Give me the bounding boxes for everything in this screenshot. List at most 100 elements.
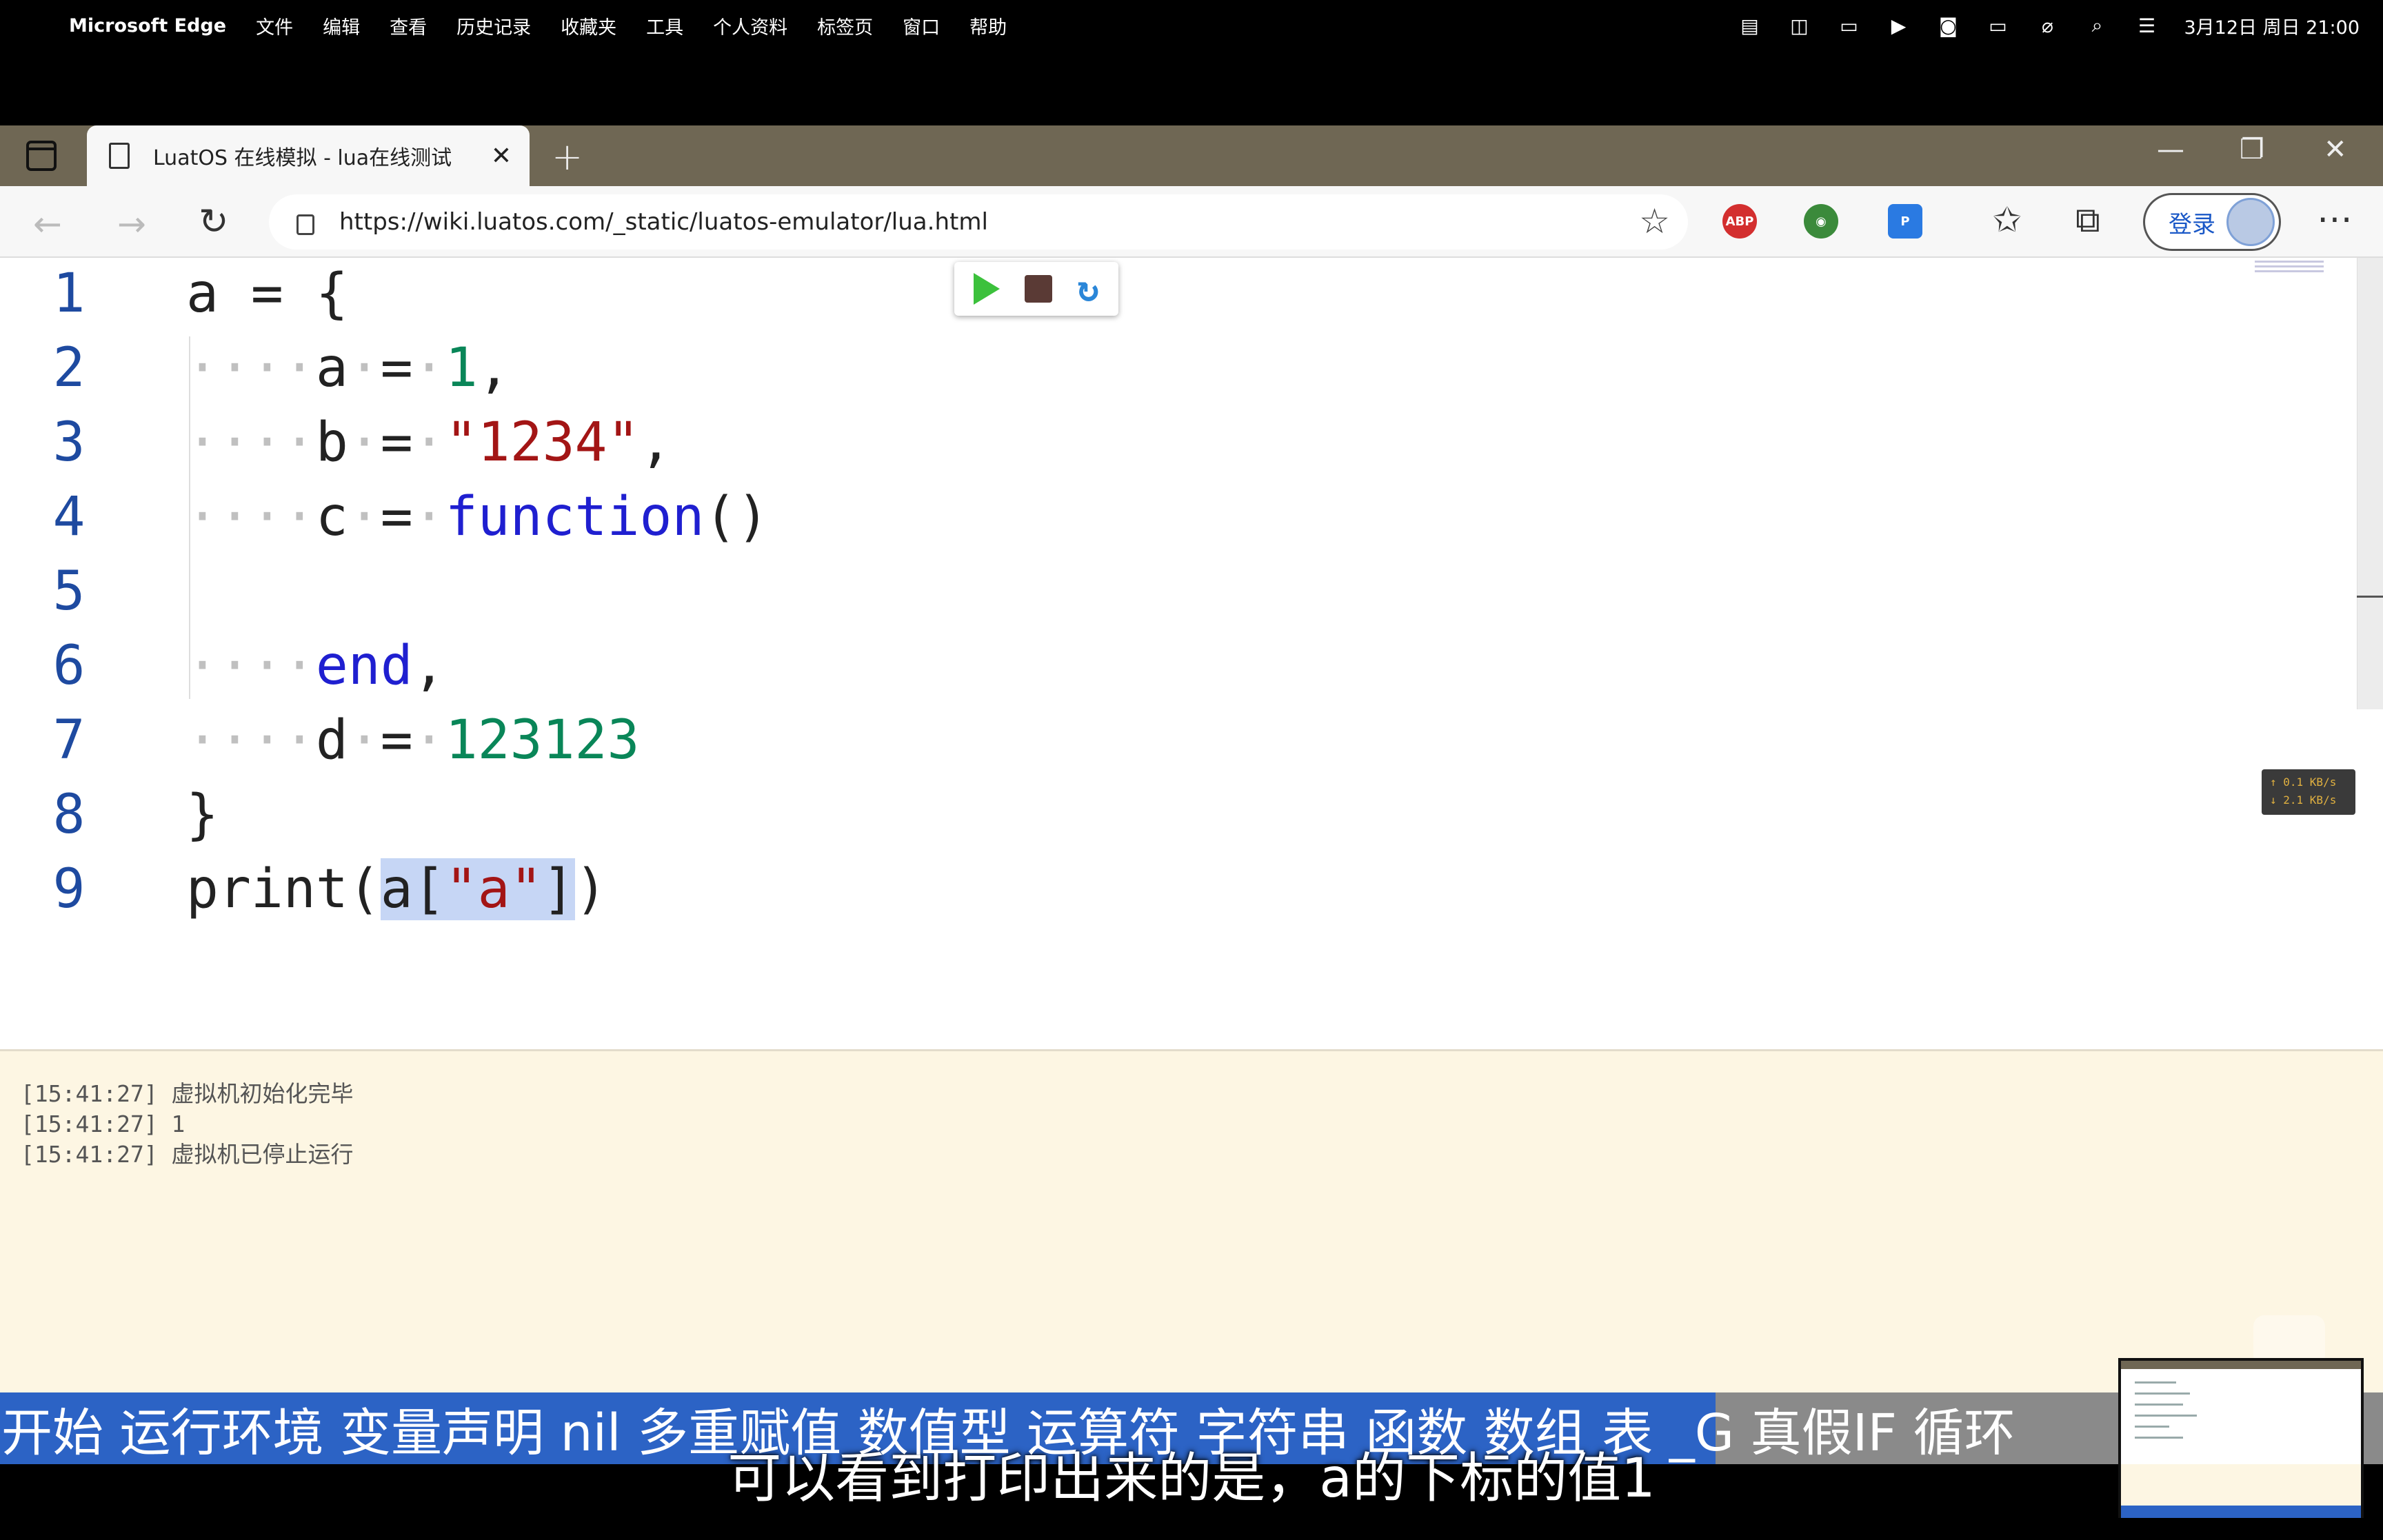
line-number: 2 (52, 337, 86, 399)
menu-tools[interactable]: 工具 (646, 12, 683, 39)
back-button[interactable]: ← (33, 204, 62, 244)
globe-extension-icon[interactable]: ◉ (1804, 204, 1838, 239)
console-output[interactable]: [15:41:27] 虚拟机初始化完毕 [15:41:27] 1 [15:41:… (0, 1049, 2383, 1392)
token: function (445, 486, 705, 548)
profile-login-button[interactable]: 登录 (2143, 193, 2281, 251)
code-text[interactable]: ····b·=·"1234", (186, 412, 672, 474)
stop-button[interactable] (1025, 275, 1053, 303)
url-text[interactable]: https://wiki.luatos.com/_static/luatos-e… (339, 208, 988, 236)
scrollbar-marker (2357, 596, 2383, 598)
editor-scrollbar[interactable] (2357, 258, 2383, 709)
token: () (704, 486, 770, 548)
menu-favorites[interactable]: 收藏夹 (561, 12, 616, 39)
line-number: 7 (52, 709, 86, 771)
token: } (186, 784, 219, 846)
code-text[interactable]: print(a["a"]) (186, 858, 607, 920)
new-tab-button[interactable]: + (552, 135, 583, 179)
close-window-icon[interactable]: ✕ (2324, 134, 2347, 165)
more-menu-icon[interactable]: ⋯ (2317, 199, 2353, 240)
text-selection[interactable]: a["a"] (380, 858, 575, 920)
menu-view[interactable]: 查看 (390, 12, 427, 39)
token: "1234" (445, 412, 640, 474)
run-controls: ↻ (954, 262, 1118, 316)
page-icon (109, 143, 130, 169)
favorites-icon[interactable]: ✩ (1993, 200, 2022, 240)
screen-icon[interactable]: ▭ (1836, 14, 1861, 37)
token: b (315, 412, 348, 474)
restore-icon[interactable]: ❐ (2240, 134, 2264, 165)
token: a = { (186, 263, 348, 325)
wifi-off-icon[interactable]: ⌀ (2035, 14, 2060, 37)
video-preview-thumbnail[interactable] (2118, 1358, 2364, 1518)
line-number: 8 (52, 784, 86, 846)
token: 123123 (445, 709, 640, 771)
code-text[interactable]: } (186, 784, 219, 846)
run-button[interactable] (974, 273, 1001, 305)
tab-title: LuatOS 在线模拟 - lua在线测试 (153, 146, 452, 170)
line-number: 4 (52, 486, 86, 548)
collections-icon[interactable]: ⧉ (2075, 200, 2100, 241)
menu-edit[interactable]: 编辑 (323, 12, 360, 39)
token: "a" (445, 858, 543, 920)
line-number: 1 (52, 263, 86, 325)
adblock-extension-icon[interactable]: ABP (1722, 204, 1757, 239)
lock-icon[interactable] (296, 214, 314, 235)
token: a (315, 337, 348, 399)
macos-menu-bar: Microsoft Edge 文件 编辑 查看 历史记录 收藏夹 工具 个人资料… (0, 0, 2383, 51)
avatar (2226, 198, 2275, 246)
app-menu[interactable]: Microsoft Edge (69, 15, 226, 37)
token: ] (542, 858, 575, 920)
line-number: 3 (52, 412, 86, 474)
code-text[interactable]: ····d·=·123123 (186, 709, 639, 771)
line-number: 9 (52, 858, 86, 920)
reload-button[interactable]: ↻ (199, 201, 229, 243)
menu-tabs[interactable]: 标签页 (817, 12, 873, 39)
token: print( (186, 858, 381, 920)
token: end (315, 635, 413, 697)
line-number: 5 (52, 560, 86, 622)
du-icon[interactable]: ◙ (1935, 14, 1960, 37)
play-icon[interactable]: ▶ (1886, 14, 1911, 37)
token: 1 (445, 337, 478, 399)
wallet-icon[interactable]: ▤ (1737, 14, 1762, 37)
download-speed: ↓ 2.1 KB/s (2270, 793, 2337, 807)
search-icon[interactable]: ⌕ (2084, 14, 2109, 37)
console-line: [15:41:27] 1 (21, 1111, 185, 1137)
toolbar: ← → ↻ https://wiki.luatos.com/_static/lu… (0, 186, 2383, 258)
menubar-clock[interactable]: 3月12日 周日 21:00 (2184, 12, 2360, 39)
code-editor[interactable]: 1 a = { 2 ····a·=·1, 3 ····b·=·"1234", 4… (0, 258, 2383, 1051)
token: c (315, 486, 348, 548)
tab-strip: LuatOS 在线模拟 - lua在线测试 ✕ + — ❐ ✕ (0, 125, 2383, 186)
add-favorite-icon[interactable]: ☆ (1639, 201, 1670, 241)
chapter-titles: 开始 运行环境 变量声明 nil 多重赋值 数值型 运算符 字符串 函数 数组 … (1, 1403, 2015, 1463)
minimize-icon[interactable]: — (2157, 134, 2184, 165)
active-tab[interactable]: LuatOS 在线模拟 - lua在线测试 ✕ (87, 125, 530, 186)
menu-window[interactable]: 窗口 (903, 12, 940, 39)
address-bar[interactable]: https://wiki.luatos.com/_static/luatos-e… (269, 194, 1688, 250)
token: a[ (380, 858, 445, 920)
control-center-icon[interactable]: ☰ (2134, 14, 2159, 37)
code-text[interactable]: ····end, (186, 635, 445, 697)
token: ) (574, 858, 607, 920)
sidebar-toggle-icon[interactable] (26, 141, 57, 171)
code-text[interactable]: a = { (186, 263, 348, 325)
console-line: [15:41:27] 虚拟机已停止运行 (21, 1141, 354, 1168)
code-text[interactable]: ····a·=·1, (186, 337, 510, 399)
reset-icon[interactable]: ↻ (1078, 268, 1099, 310)
translate-extension-icon[interactable]: P (1888, 204, 1922, 239)
console-line: [15:41:27] 虚拟机初始化完毕 (21, 1080, 354, 1107)
close-tab-icon[interactable]: ✕ (491, 142, 512, 170)
battery-icon[interactable]: ▭ (1985, 14, 2010, 37)
minimap[interactable] (2255, 258, 2324, 285)
code-text[interactable]: ····c·=·function() (186, 486, 769, 548)
menu-help[interactable]: 帮助 (969, 12, 1007, 39)
forward-button[interactable]: → (117, 204, 146, 244)
bookmark-icon[interactable]: ◫ (1787, 14, 1811, 37)
menu-profile[interactable]: 个人资料 (713, 12, 787, 39)
menu-file[interactable]: 文件 (256, 12, 293, 39)
line-number: 6 (52, 635, 86, 697)
upload-speed: ↑ 0.1 KB/s (2270, 776, 2337, 789)
menu-history[interactable]: 历史记录 (456, 12, 531, 39)
login-label: 登录 (2169, 210, 2215, 239)
network-speed-widget: ↑ 0.1 KB/s ↓ 2.1 KB/s (2262, 769, 2355, 815)
